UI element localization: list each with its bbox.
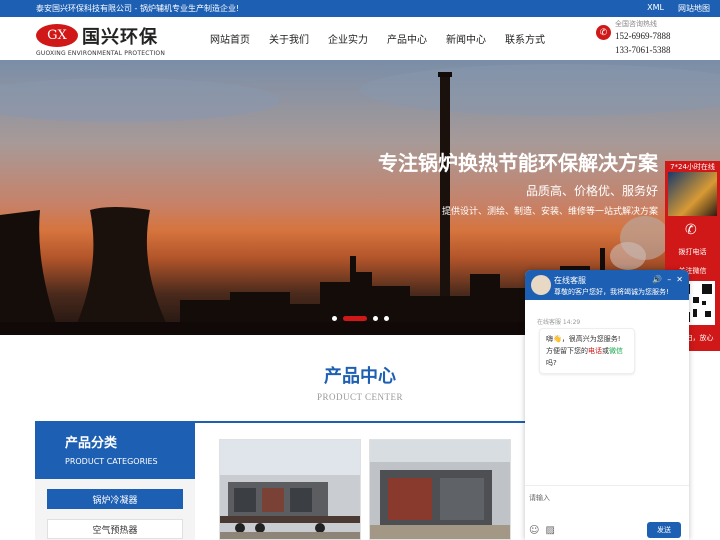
chat-window[interactable]: 在线客服 尊敬的客户您好，我将竭诚为您服务! 🔊 – ✕ 在线客服 14:29 … [525,270,689,540]
product-photo-truck [220,440,360,539]
slider-dot-1[interactable] [332,316,337,321]
chat-tools: ☺ ▨ [529,525,555,536]
category-subtitle: PRODUCT CATEGORIES [65,457,158,466]
agent-name: 在线客服 [554,276,586,285]
top-bar: 泰安国兴环保科技有限公司 - 锅炉辅机专业生产制造企业! XML 网站地图 [0,0,720,17]
logo-english-name: GUOXING ENVIRONMENTAL PROTECTION [36,50,166,57]
chat-input-placeholder[interactable]: 请输入 [529,493,550,503]
category-panel: 产品分类 PRODUCT CATEGORIES 锅炉冷凝器 空气预热器 [35,421,195,540]
online-label: 7*24小时在线 [670,163,715,171]
phone-icon: ✆ [685,222,697,238]
call-button[interactable]: ✆ 拨打电话 [665,216,720,260]
chat-message-bubble: 嗨👋，很高兴为您服务! 方便留下您的电话或微信吗? [539,328,635,374]
slider-dot-3[interactable] [373,316,378,321]
site-tagline: 泰安国兴环保科技有限公司 - 锅炉辅机专业生产制造企业! [36,4,240,13]
chat-messages: 在线客服 14:29 嗨👋，很高兴为您服务! 方便留下您的电话或微信吗? [525,300,689,485]
service-avatar-image [668,172,717,216]
slider-dot-2-active[interactable] [343,316,367,321]
message-end: 吗? [546,359,557,367]
category-list: 锅炉冷凝器 空气预热器 [35,479,195,540]
hotline-label: 全国咨询热线 [615,20,657,28]
phone-icon: ✆ [596,25,611,40]
nav-strength[interactable]: 企业实力 [328,31,368,46]
top-links: XML 网站地图 [647,3,710,14]
message-emoji: 嗨👋 [546,335,562,343]
banner-slogan: 专注锅炉换热节能环保解决方案 [378,151,658,175]
chat-input-area[interactable]: 请输入 ☺ ▨ 发送 [525,485,689,540]
nav-news[interactable]: 新闻中心 [446,31,486,46]
nav-contact[interactable]: 联系方式 [505,31,545,46]
chat-controls: 🔊 – ✕ [652,275,683,284]
banner-sub-2: 提供设计、测绘、制造、安装、维修等一站式解决方案 [441,207,658,217]
agent-greeting: 尊敬的客户您好，我将竭诚为您服务! [554,288,669,296]
logo-mark: GX [36,24,78,47]
product-image-1[interactable] [219,439,361,540]
chat-header: 在线客服 尊敬的客户您好，我将竭诚为您服务! 🔊 – ✕ [525,270,689,300]
site-logo[interactable]: GX 国兴环保 GUOXING ENVIRONMENTAL PROTECTION [36,23,166,57]
message-line-1: ，很高兴为您服务! [561,335,621,343]
main-nav: 网站首页 关于我们 企业实力 产品中心 新闻中心 联系方式 [210,31,545,46]
category-header: 产品分类 PRODUCT CATEGORIES [35,421,195,479]
sitemap-link[interactable]: 网站地图 [678,3,710,14]
site-header: GX 国兴环保 GUOXING ENVIRONMENTAL PROTECTION… [0,17,720,60]
close-icon[interactable]: ✕ [676,275,683,284]
nav-about[interactable]: 关于我们 [269,31,309,46]
xml-link[interactable]: XML [647,3,664,14]
online-service-button[interactable]: 7*24小时在线 [665,161,720,216]
minimize-icon[interactable]: – [667,275,671,284]
image-icon[interactable]: ▨ [545,525,554,536]
slider-dots [332,316,389,321]
nav-products[interactable]: 产品中心 [387,31,427,46]
emoji-icon[interactable]: ☺ [529,525,539,536]
message-phone-highlight: 电话 [588,347,602,355]
call-label: 拨打电话 [678,248,707,256]
message-meta: 在线客服 14:29 [537,319,581,326]
product-photo-heat-exchanger [370,440,510,539]
banner-sub-1: 品质高、价格优、服务好 [525,184,658,198]
category-item-air-preheater[interactable]: 空气预热器 [47,519,183,539]
hotline-phone-1: 152-6969-7888 [615,31,671,41]
product-image-2[interactable] [369,439,511,540]
section-divider [195,421,530,423]
slider-dot-4[interactable] [384,316,389,321]
message-wechat-highlight: 微信 [609,347,623,355]
message-line-2: 方便留下您的 [546,347,588,355]
nav-home[interactable]: 网站首页 [210,31,250,46]
logo-chinese-name: 国兴环保 [82,27,158,48]
sound-icon[interactable]: 🔊 [652,275,662,284]
hotline-phone-2: 133-7061-5388 [615,45,671,55]
category-title: 产品分类 [65,436,118,451]
send-button[interactable]: 发送 [647,522,681,538]
agent-avatar [531,275,551,295]
category-item-condenser[interactable]: 锅炉冷凝器 [47,489,183,509]
message-or: 或 [602,347,609,355]
